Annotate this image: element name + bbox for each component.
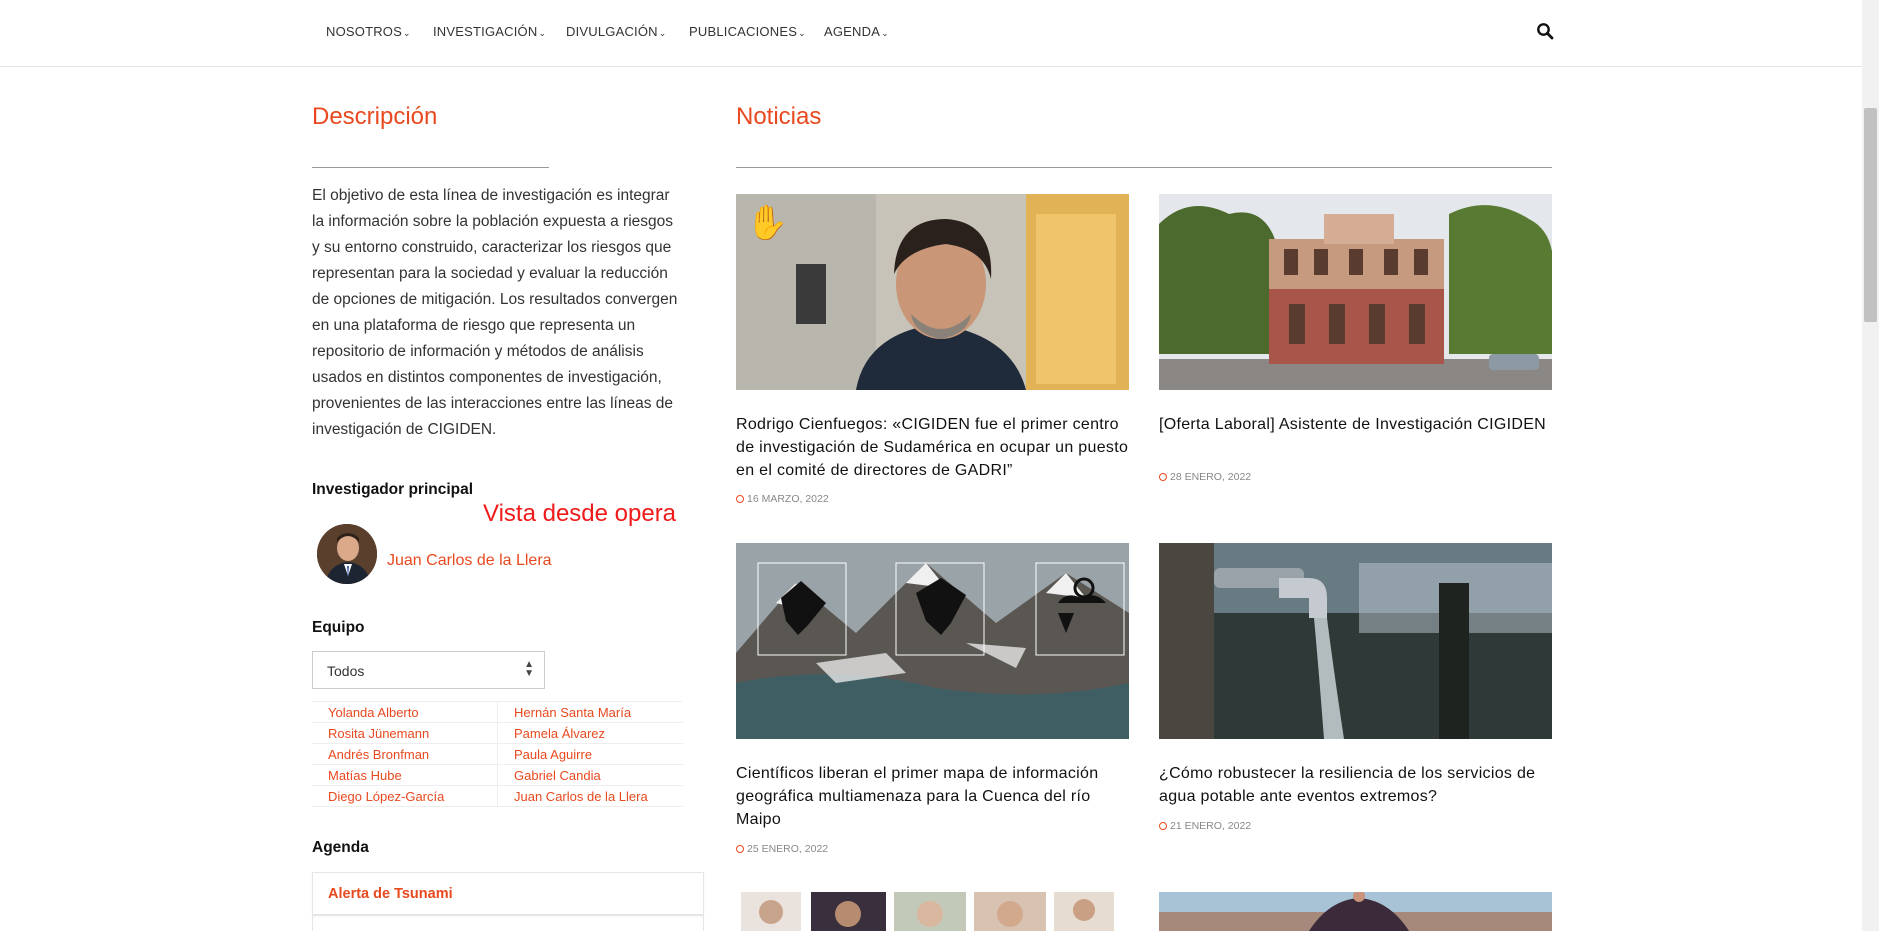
equipo-heading: Equipo — [312, 619, 365, 636]
sort-arrows-icon: ▲ ▼ — [524, 659, 534, 679]
noticias-title: Noticias — [736, 103, 822, 130]
search-icon[interactable] — [1536, 22, 1554, 40]
descripcion-title: Descripción — [312, 103, 438, 130]
news-image-building[interactable] — [1159, 194, 1552, 390]
investigador-heading: Investigador principal — [312, 481, 474, 498]
nav-publicaciones[interactable]: PUBLICACIONES⌄ — [689, 24, 806, 39]
equipo-filter-select[interactable]: Todos ▲ ▼ — [312, 651, 545, 689]
nav-nosotros[interactable]: NOSOTROS⌄ — [326, 24, 411, 39]
agenda-item-next[interactable] — [312, 915, 704, 931]
nav-divulgacion[interactable]: DIVULGACIÓN⌄ — [566, 24, 667, 39]
page-scrollbar[interactable] — [1862, 0, 1879, 931]
news-image-webcam-portrait[interactable]: ✋ — [736, 194, 1129, 390]
agenda-item[interactable]: Alerta de Tsunami — [312, 872, 704, 915]
team-member-link[interactable]: Rosita Jünemann — [312, 723, 497, 744]
news-image-people-collage[interactable] — [736, 892, 1129, 931]
equipo-filter-value: Todos — [327, 663, 365, 679]
team-member-link[interactable]: Gabriel Candia — [498, 765, 683, 786]
news-date: 16 MARZO, 2022 — [736, 493, 829, 505]
team-member-link[interactable]: Pamela Álvarez — [498, 723, 683, 744]
agenda-heading: Agenda — [312, 839, 369, 856]
descripcion-text: El objetivo de esta línea de investigaci… — [312, 187, 678, 438]
team-member-link[interactable]: Matías Hube — [312, 765, 497, 786]
news-date: 21 ENERO, 2022 — [1159, 820, 1251, 832]
equipo-col-left: Yolanda Alberto Rosita Jünemann Andrés B… — [312, 702, 497, 807]
svg-text:✋: ✋ — [746, 203, 788, 243]
equipo-col-right: Hernán Santa María Pamela Álvarez Paula … — [497, 702, 683, 807]
equipo-table: Yolanda Alberto Rosita Jünemann Andrés B… — [312, 701, 683, 807]
news-title-link[interactable]: Científicos liberan el primer mapa de in… — [736, 762, 1131, 831]
team-member-link[interactable]: Yolanda Alberto — [312, 702, 497, 723]
news-image-street-scene[interactable] — [1159, 892, 1552, 931]
clock-icon — [1159, 473, 1167, 481]
news-title-link[interactable]: ¿Cómo robustecer la resiliencia de los s… — [1159, 762, 1554, 808]
news-image-mountains-map[interactable] — [736, 543, 1129, 739]
team-member-link[interactable]: Juan Carlos de la Llera — [498, 786, 683, 807]
noticias-divider — [736, 167, 1552, 168]
clock-icon — [736, 495, 744, 503]
avatar[interactable] — [317, 524, 377, 584]
agenda-item-title[interactable]: Alerta de Tsunami — [328, 886, 453, 902]
news-date: 25 ENERO, 2022 — [736, 843, 828, 855]
news-title-link[interactable]: Rodrigo Cienfuegos: «CIGIDEN fue el prim… — [736, 413, 1131, 482]
team-member-link[interactable]: Paula Aguirre — [498, 744, 683, 765]
news-date: 28 ENERO, 2022 — [1159, 471, 1251, 483]
overlay-note: Vista desde opera — [483, 500, 677, 527]
news-image-water-tap[interactable] — [1159, 543, 1552, 739]
news-title-link[interactable]: [Oferta Laboral] Asistente de Investigac… — [1159, 413, 1554, 436]
nav-agenda[interactable]: AGENDA⌄ — [824, 24, 889, 39]
team-member-link[interactable]: Hernán Santa María — [498, 702, 683, 723]
clock-icon — [736, 845, 744, 853]
team-member-link[interactable]: Andrés Bronfman — [312, 744, 497, 765]
investigador-name-link[interactable]: Juan Carlos de la Llera — [387, 552, 552, 570]
scrollbar-thumb[interactable] — [1864, 108, 1877, 322]
clock-icon — [1159, 822, 1167, 830]
team-member-link[interactable]: Diego López-García — [312, 786, 497, 807]
descripcion-divider — [312, 167, 549, 168]
top-nav: NOSOTROS⌄ INVESTIGACIÓN⌄ DIVULGACIÓN⌄ PU… — [0, 0, 1862, 67]
nav-investigacion[interactable]: INVESTIGACIÓN⌄ — [433, 24, 546, 39]
